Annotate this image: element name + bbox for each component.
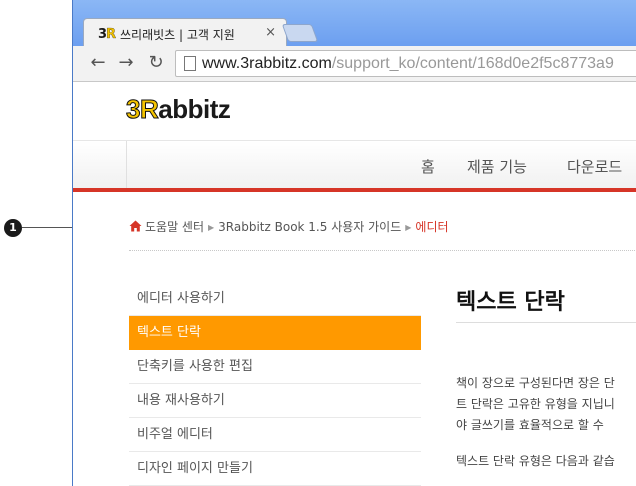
content-line: 트 단락은 고유한 유형을 지닙니 [456, 397, 615, 411]
accent-bar [73, 188, 636, 192]
content-line: 책이 장으로 구성된다면 장은 단 [456, 376, 615, 390]
annotation-marker: 1 [4, 219, 22, 237]
close-icon[interactable]: × [265, 25, 276, 40]
breadcrumb: 도움말 센터 ▶ 3Rabbitz Book 1.5 사용자 가이드 ▶ 에디터 [129, 218, 449, 235]
sidebar-menu: 에디터 사용하기 텍스트 단락 단축키를 사용한 편집 내용 재사용하기 비주얼… [129, 282, 421, 486]
url-text: www.3rabbitz.com/support_ko/content/168d… [202, 55, 614, 73]
web-page: 3Rabbitz 홈 제품 기능 다운로드 도움말 센터 ▶ 3Rabbitz Bo… [73, 82, 636, 486]
breadcrumb-current: 에디터 [415, 220, 449, 234]
forward-arrow-icon[interactable]: → [115, 52, 137, 74]
sidebar-item-visual-editor[interactable]: 비주얼 에디터 [129, 418, 421, 452]
back-arrow-icon[interactable]: ← [87, 52, 109, 74]
page-icon [184, 56, 196, 71]
browser-tab[interactable]: 3R 쓰리래빗츠 | 고객 지원 × [83, 18, 287, 48]
sidebar-item-reuse-content[interactable]: 내용 재사용하기 [129, 384, 421, 418]
url-path: /support_ko/content/168d0e2f5c8773a9 [331, 55, 614, 72]
sidebar-item-text-paragraph[interactable]: 텍스트 단락 [129, 316, 421, 350]
page-title: 텍스트 단락 [456, 290, 565, 315]
breadcrumb-link-guide[interactable]: 3Rabbitz Book 1.5 사용자 가이드 [218, 220, 401, 234]
divider [129, 250, 636, 251]
main-nav: 홈 제품 기능 다운로드 [73, 140, 636, 189]
tab-title: 쓰리래빗츠 | 고객 지원 [120, 28, 235, 42]
browser-toolbar: ← → ↻ www.3rabbitz.com/support_ko/conten… [73, 46, 636, 82]
breadcrumb-separator-icon: ▶ [208, 223, 215, 232]
site-logo[interactable]: 3Rabbitz [125, 94, 230, 125]
home-icon[interactable] [129, 220, 142, 232]
nav-item-home[interactable]: 홈 [421, 156, 435, 177]
new-tab-button[interactable] [281, 24, 319, 42]
reload-icon[interactable]: ↻ [145, 52, 167, 74]
favicon-icon: 3R [98, 27, 116, 42]
content-line: 야 글쓰기를 효율적으로 할 수 [456, 418, 604, 432]
nav-divider [126, 141, 127, 189]
sidebar-item-design-page[interactable]: 디자인 페이지 만들기 [129, 452, 421, 486]
url-domain: www.3rabbitz.com [202, 55, 332, 72]
nav-item-download[interactable]: 다운로드 [567, 156, 622, 177]
tab-strip: 3R 쓰리래빗츠 | 고객 지원 × [73, 0, 636, 48]
browser-window: 3R 쓰리래빗츠 | 고객 지원 × ← → ↻ www.3rabbitz.co… [72, 0, 636, 486]
content-line: 텍스트 단락 유형은 다음과 같습 [456, 454, 615, 468]
site-header: 3Rabbitz [73, 82, 636, 140]
breadcrumb-separator-icon: ▶ [405, 223, 412, 232]
nav-item-features[interactable]: 제품 기능 [467, 156, 527, 177]
sidebar-item-editor-usage[interactable]: 에디터 사용하기 [129, 282, 421, 316]
address-bar[interactable]: www.3rabbitz.com/support_ko/content/168d… [175, 50, 636, 77]
sidebar-item-shortcut-editing[interactable]: 단축키를 사용한 편집 [129, 350, 421, 384]
breadcrumb-link-help[interactable]: 도움말 센터 [145, 220, 204, 234]
title-divider [456, 322, 636, 323]
